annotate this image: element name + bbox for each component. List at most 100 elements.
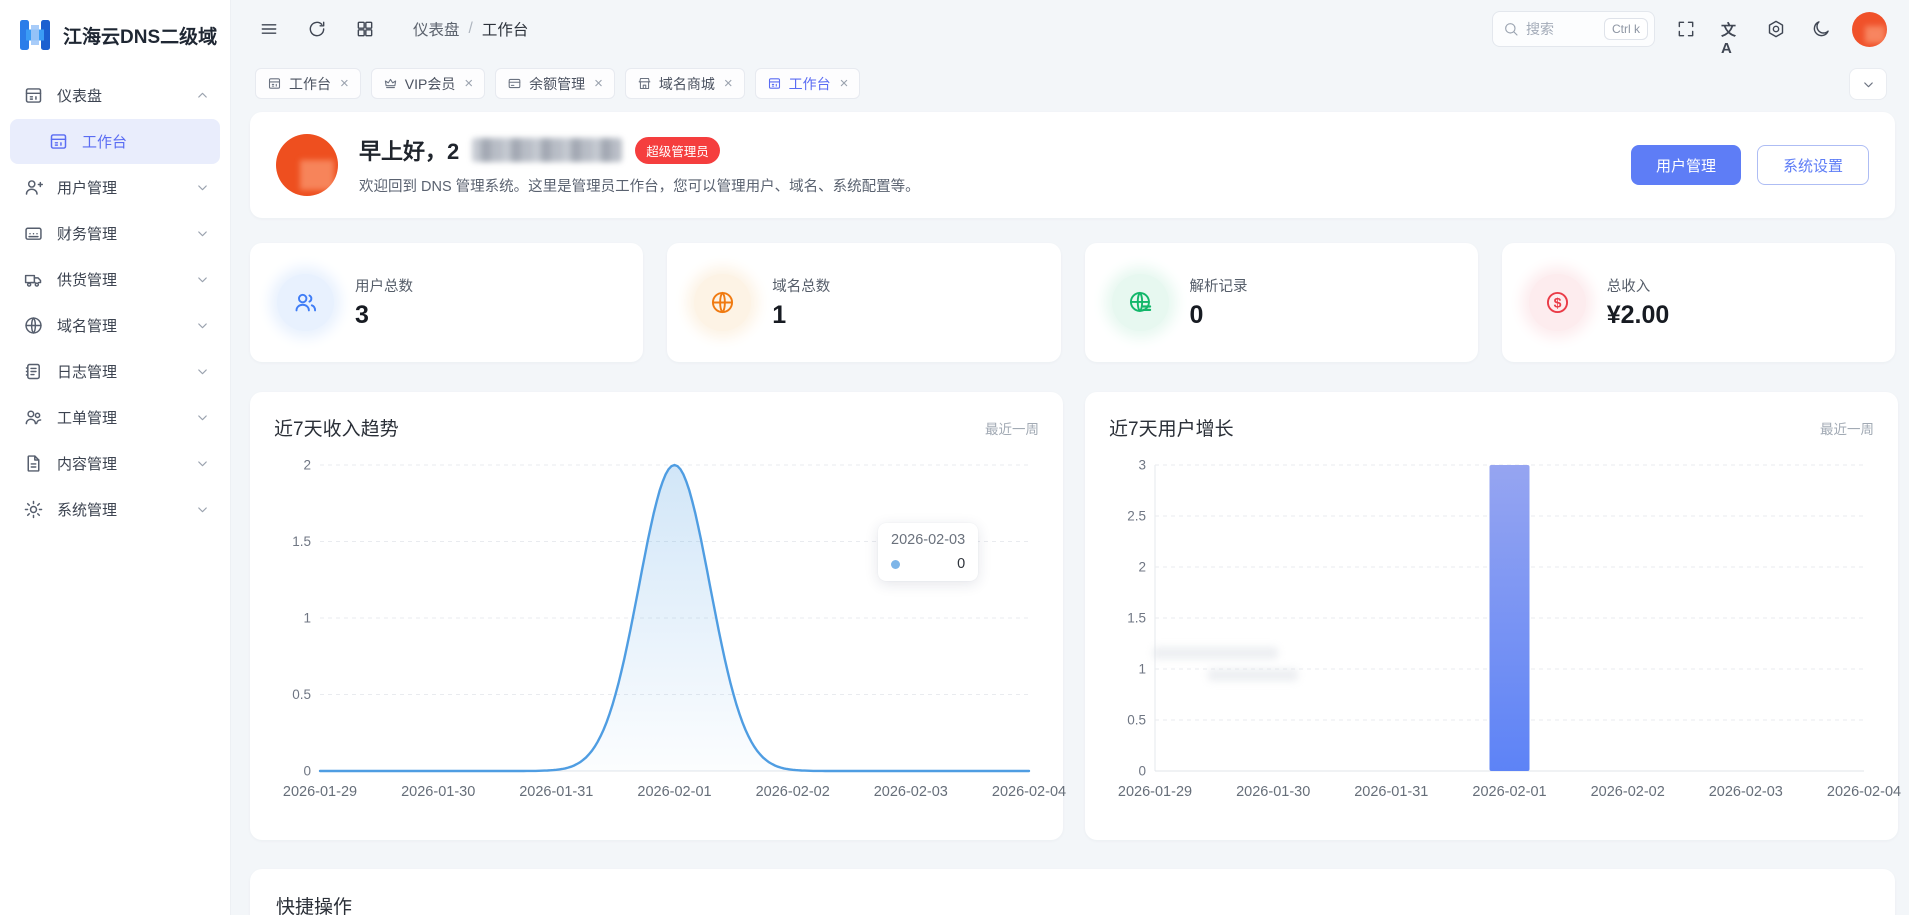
action-icon-group: 文A (1672, 15, 1835, 43)
user-management-button[interactable]: 用户管理 (1631, 145, 1741, 185)
svg-text:0.5: 0.5 (1127, 713, 1146, 728)
close-icon[interactable]: × (340, 76, 349, 91)
sidebar-submenu: 工作台 (10, 119, 220, 164)
tab-chip[interactable]: 工作台 × (755, 68, 861, 99)
topbar-nav-icons (255, 15, 379, 43)
search-input[interactable] (1526, 21, 1596, 37)
fullscreen-icon (1676, 19, 1696, 39)
close-icon[interactable]: × (724, 76, 733, 91)
dns-icon (1112, 274, 1169, 331)
sidebar-item[interactable]: 系统管理 (10, 487, 220, 532)
hamburger-icon-button[interactable] (255, 15, 283, 43)
chevron-down-icon (195, 272, 210, 287)
tab-label: 工作台 (789, 74, 831, 94)
greeting-text: 早上好，2 (359, 134, 459, 166)
stat-label: 总收入 (1607, 275, 1670, 296)
stat-label: 用户总数 (355, 275, 413, 296)
system-icon (23, 499, 44, 520)
stat-card: 域名总数1 (667, 243, 1060, 362)
sidebar: 江海云DNS二级域 仪表盘工作台用户管理财务管理供货管理域名管理日志管理工单管理… (0, 0, 231, 915)
sidebar-subitem[interactable]: 工作台 (10, 119, 220, 164)
blurred-username (472, 138, 622, 162)
settings-icon-button[interactable] (1762, 15, 1790, 43)
workbench-icon (767, 76, 782, 91)
svg-text:2026-02-02: 2026-02-02 (1591, 784, 1665, 800)
welcome-buttons: 用户管理 系统设置 (1631, 145, 1869, 185)
line-chart-body: 00.511.522026-01-292026-01-302026-01-312… (274, 449, 1039, 805)
apps-grid-icon-button[interactable] (351, 15, 379, 43)
sidebar-item[interactable]: 仪表盘 (10, 73, 220, 118)
sidebar-item[interactable]: 财务管理 (10, 211, 220, 256)
welcome-texts: 早上好，2 超级管理员 欢迎回到 DNS 管理系统。这里是管理员工作台，您可以管… (359, 134, 920, 196)
svg-text:2026-02-01: 2026-02-01 (1472, 784, 1546, 800)
role-badge: 超级管理员 (635, 137, 720, 164)
fullscreen-icon-button[interactable] (1672, 15, 1700, 43)
breadcrumb-parent[interactable]: 仪表盘 (413, 18, 460, 40)
stat-label: 解析记录 (1190, 275, 1248, 296)
stat-value: 3 (355, 301, 413, 330)
svg-text:1: 1 (303, 611, 311, 626)
sidebar-item[interactable]: 供货管理 (10, 257, 220, 302)
chevron-down-icon (195, 226, 210, 241)
charts-row: 近7天收入趋势 最近一周 00.511.522026-01-292026-01-… (250, 392, 1895, 840)
log-icon (23, 361, 44, 382)
dark-mode-icon (1811, 19, 1831, 39)
app-root: 江海云DNS二级域 仪表盘工作台用户管理财务管理供货管理域名管理日志管理工单管理… (0, 0, 1909, 915)
svg-text:2: 2 (303, 458, 311, 473)
svg-text:2026-01-31: 2026-01-31 (1354, 784, 1428, 800)
tab-chip[interactable]: VIP会员× (371, 68, 485, 99)
svg-text:2026-02-04: 2026-02-04 (992, 784, 1066, 800)
system-settings-button[interactable]: 系统设置 (1757, 145, 1869, 185)
svg-text:2026-01-30: 2026-01-30 (1236, 784, 1310, 800)
welcome-avatar (276, 134, 338, 196)
sidebar-item-label: 日志管理 (57, 361, 117, 382)
tooltip-date: 2026-02-03 (891, 532, 965, 548)
sidebar-item[interactable]: 日志管理 (10, 349, 220, 394)
stat-card: $ 总收入 ¥2.00 (1502, 243, 1895, 362)
sidebar-item-label: 财务管理 (57, 223, 117, 244)
top-header: 仪表盘 / 工作台 Ctrl k 文A (231, 0, 1909, 58)
user-avatar[interactable] (1852, 12, 1887, 47)
workbench-icon (267, 76, 282, 91)
tabs-collapse-button[interactable] (1849, 68, 1887, 100)
user-growth-chart-card: 近7天用户增长 最近一周 00.511.522.532026-01-292026… (1085, 392, 1898, 840)
apps-grid-icon (355, 19, 375, 39)
stat-value: ¥2.00 (1607, 301, 1670, 330)
svg-text:2026-01-31: 2026-01-31 (519, 784, 593, 800)
chevron-down-icon (195, 410, 210, 425)
app-logo-icon (17, 17, 53, 53)
logo-row[interactable]: 江海云DNS二级域 (0, 0, 230, 65)
tab-chip[interactable]: 域名商城 × (625, 68, 745, 99)
svg-text:0: 0 (303, 764, 311, 779)
tooltip-value: 0 (917, 556, 965, 572)
stat-value: 1 (772, 301, 830, 330)
close-icon[interactable]: × (594, 76, 603, 91)
refresh-icon-button[interactable] (303, 15, 331, 43)
svg-text:3: 3 (1138, 458, 1146, 473)
chevron-down-icon (195, 502, 210, 517)
svg-text:0.5: 0.5 (292, 687, 311, 702)
close-icon[interactable]: × (840, 76, 849, 91)
sidebar-item[interactable]: 内容管理 (10, 441, 220, 486)
tab-chip[interactable]: 余额管理 × (495, 68, 615, 99)
sidebar-item[interactable]: 工单管理 (10, 395, 220, 440)
chevron-down-icon (195, 318, 210, 333)
sidebar-item-label: 供货管理 (57, 269, 117, 290)
content-area: 早上好，2 超级管理员 欢迎回到 DNS 管理系统。这里是管理员工作台，您可以管… (231, 104, 1909, 915)
tab-chip[interactable]: 工作台× (255, 68, 361, 99)
search-box[interactable]: Ctrl k (1492, 11, 1655, 47)
crown-icon (383, 76, 398, 91)
tab-label: 余额管理 (529, 74, 585, 94)
tabs-list: 工作台×VIP会员×余额管理×域名商城×工作台× (255, 68, 860, 99)
tooltip-series-dot (891, 560, 900, 569)
sidebar-item[interactable]: 域名管理 (10, 303, 220, 348)
stat-texts: 总收入 ¥2.00 (1607, 275, 1670, 330)
tabs-bar: 工作台×VIP会员×余额管理×域名商城×工作台× (231, 58, 1909, 104)
translate-icon-button[interactable]: 文A (1717, 15, 1745, 43)
yuan-icon: $ (1529, 274, 1586, 331)
dark-mode-icon-button[interactable] (1807, 15, 1835, 43)
close-icon[interactable]: × (464, 76, 473, 91)
tab-label: 域名商城 (659, 74, 715, 94)
svg-text:2026-02-02: 2026-02-02 (756, 784, 830, 800)
sidebar-item[interactable]: 用户管理 (10, 165, 220, 210)
